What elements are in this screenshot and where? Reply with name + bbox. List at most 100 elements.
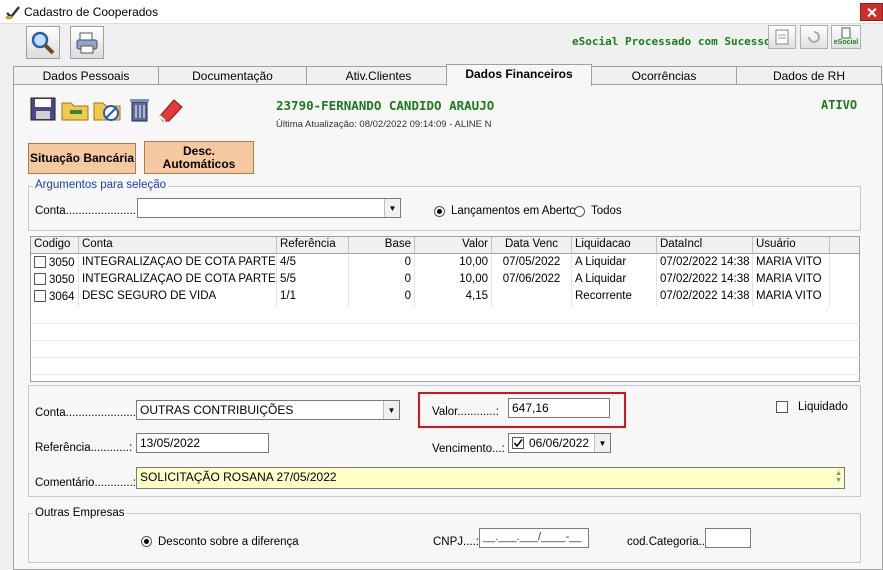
radio-desconto-diferenca-label: Desconto sobre a diferença (158, 536, 299, 548)
cell-codigo: 3050 (49, 274, 75, 286)
tab-strip: Dados Pessoais Documentação Ativ.Cliente… (13, 64, 883, 86)
esocial-send-button[interactable] (768, 25, 796, 49)
cell-data-venc (492, 289, 572, 306)
cell-codigo: 3050 (49, 257, 75, 269)
cadastro-cooperados-window: Cadastro de Cooperados eSocial Processad… (0, 0, 883, 570)
esocial-status-text: eSocial Processado com Sucesso (572, 35, 771, 48)
grid-line (31, 374, 861, 375)
row-checkbox[interactable] (34, 290, 46, 302)
col-header-referencia[interactable]: Referência (277, 237, 349, 254)
radio-lancamentos-aberto[interactable] (434, 206, 445, 217)
cell-conta: INTEGRALIZAÇAO DE COTA PARTE (79, 272, 277, 289)
print-button[interactable] (70, 26, 104, 59)
referencia-input[interactable]: 13/05/2022 (136, 433, 269, 453)
button-label-line2: Automáticos (162, 157, 236, 171)
window-title: Cadastro de Cooperados (24, 5, 159, 19)
cell-referencia: 4/5 (277, 255, 349, 272)
cell-data-venc: 07/06/2022 (492, 272, 572, 289)
cod-categoria-input[interactable] (705, 528, 751, 548)
cell-valor: 4,15 (415, 289, 492, 306)
folder-cancel-icon[interactable] (92, 94, 122, 124)
cell-liquidacao: Recorrente (572, 289, 657, 306)
col-header-codigo[interactable]: Codigo (31, 237, 79, 254)
vencimento-datepicker[interactable]: 06/06/2022 ▼ (508, 433, 611, 453)
selecao-group-label: Argumentos para seleção (33, 179, 169, 191)
tab-dados-rh[interactable]: Dados de RH (736, 66, 882, 85)
vencimento-label: Vencimento...: (432, 443, 505, 455)
row-checkbox[interactable] (34, 256, 46, 268)
cell-dataincl: 07/02/2022 14:38 (657, 272, 753, 289)
radio-desconto-diferenca[interactable] (141, 536, 152, 547)
cell-valor: 10,00 (415, 255, 492, 272)
esocial-retry-button[interactable] (800, 25, 828, 49)
col-header-data-venc[interactable]: Data Venc (492, 237, 572, 254)
tab-label: Dados Financeiros (465, 67, 573, 81)
cell-usuario: MARIA VITO (753, 255, 830, 272)
radio-todos[interactable] (574, 206, 585, 217)
printer-icon (76, 32, 98, 53)
situacao-bancaria-button[interactable]: Situação Bancária (28, 143, 136, 174)
liquidado-checkbox[interactable] (776, 401, 788, 413)
open-folder-icon[interactable] (60, 94, 90, 124)
table-row[interactable]: 3050 (31, 255, 79, 272)
detail-conta-combo[interactable]: OUTRAS CONTRIBUIÇÕES ▼ (136, 400, 400, 420)
esocial-button[interactable]: eSocial (831, 25, 861, 49)
comentario-label: Comentário............: (35, 477, 136, 489)
lancamentos-grid[interactable]: Codigo Conta Referência Base Valor Data … (30, 236, 861, 382)
refresh-icon (808, 31, 820, 43)
button-label-line1: Desc. (182, 144, 216, 158)
save-disk-icon[interactable] (28, 94, 58, 124)
valor-input[interactable]: 647,16 (508, 398, 610, 418)
tab-label: Dados de RH (772, 69, 846, 83)
tab-ativ-clientes[interactable]: Ativ.Clientes (306, 66, 451, 85)
table-row[interactable]: 3064 (31, 289, 79, 306)
comentario-value: SOLICITAÇÃO ROSANA 27/05/2022 (140, 470, 337, 484)
chevron-down-icon[interactable]: ▼ (594, 434, 610, 452)
cell-referencia: 1/1 (277, 289, 349, 306)
vencimento-checkbox[interactable] (512, 437, 524, 449)
referencia-label: Referência............: (35, 442, 133, 454)
tab-label: Dados Pessoais (42, 69, 130, 83)
table-row[interactable]: 3050 (31, 272, 79, 289)
valor-label: Valor............: (432, 406, 499, 418)
col-header-base[interactable]: Base (349, 237, 415, 254)
selecao-conta-label: Conta......................: (35, 205, 140, 217)
col-header-liquidacao[interactable]: Liquidacao (572, 237, 657, 254)
grid-line (31, 340, 861, 341)
chevron-down-icon[interactable]: ▼ (384, 199, 400, 217)
eraser-icon[interactable] (156, 94, 186, 124)
col-header-dataincl[interactable]: DataIncl (657, 237, 753, 254)
radio-todos-label: Todos (591, 205, 622, 217)
tab-dados-financeiros[interactable]: Dados Financeiros (446, 64, 592, 86)
close-window-button[interactable] (860, 3, 883, 21)
col-header-valor[interactable]: Valor (415, 237, 492, 254)
cell-conta: DESC SEGURO DE VIDA (79, 289, 277, 306)
row-checkbox[interactable] (34, 273, 46, 285)
col-header-conta[interactable]: Conta (79, 237, 277, 254)
grid-line (31, 323, 861, 324)
cell-conta: INTEGRALIZAÇAO DE COTA PARTE (79, 255, 277, 272)
cell-data-venc: 07/05/2022 (492, 255, 572, 272)
tab-ocorrencias[interactable]: Ocorrências (591, 66, 737, 85)
col-header-filler (830, 237, 859, 254)
desc-automaticos-button[interactable]: Desc. Automáticos (144, 141, 254, 174)
search-button[interactable] (26, 26, 60, 59)
tab-label: Ocorrências (631, 69, 697, 83)
button-label: Situação Bancária (29, 151, 135, 165)
col-header-usuario[interactable]: Usuário (753, 237, 830, 254)
cell-base: 0 (349, 272, 415, 289)
trash-icon[interactable] (124, 94, 154, 124)
comentario-input[interactable]: SOLICITAÇÃO ROSANA 27/05/2022 ▲ ▼ (136, 467, 845, 489)
cooperado-status: ATIVO (821, 98, 858, 112)
tab-dados-pessoais[interactable]: Dados Pessoais (13, 66, 159, 85)
cnpj-input[interactable]: __.___.___/____-__ (479, 528, 589, 548)
tab-label: Ativ.Clientes (345, 69, 412, 83)
selecao-conta-combo[interactable]: ▼ (137, 198, 401, 218)
cell-liquidacao: A Liquidar (572, 272, 657, 289)
scroll-arrows-icon[interactable]: ▲ ▼ (835, 470, 842, 484)
chevron-down-icon[interactable]: ▼ (383, 401, 399, 419)
outras-empresas-label: Outras Empresas (33, 507, 127, 519)
tab-documentacao[interactable]: Documentação (158, 66, 307, 85)
cell-valor: 10,00 (415, 272, 492, 289)
cell-usuario: MARIA VITO (753, 272, 830, 289)
